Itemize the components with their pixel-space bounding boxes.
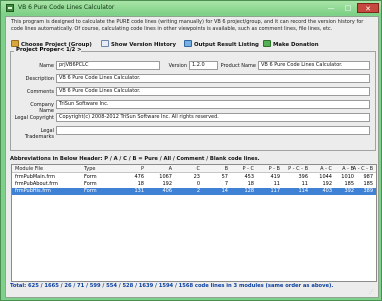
cell-c: 0 (196, 181, 200, 187)
header-module-file[interactable]: Module File (15, 166, 43, 172)
abbreviations-legend: Abbreviations in Below Header: P / A / C… (10, 156, 260, 162)
totals-summary: Total: 625 / 1665 / 26 / 71 / 599 / 554 … (10, 283, 334, 289)
table-row-selected[interactable]: frmPubHis.frm Form 131 406 2 14 128 117 … (12, 188, 376, 195)
cell-a-c-b: 987 (363, 174, 373, 180)
company-name-label: Company Name (30, 102, 54, 114)
header-a-c[interactable]: A - C (308, 166, 332, 172)
legal-copyright-field[interactable]: Copyright(c) 2008-2012 TriSun Software I… (56, 113, 370, 122)
table-row[interactable]: frmPubMain.frm Form 476 1067 23 57 453 4… (12, 174, 376, 181)
app-window: VB 6 Pure Code Lines Calculator — □ ✕ Th… (0, 0, 382, 301)
cell-b: 57 (221, 174, 228, 180)
cell-p-c: 453 (244, 174, 254, 180)
cell-type: Form (84, 188, 97, 194)
name-label: Name (39, 63, 54, 69)
cell-p-c: 18 (247, 181, 254, 187)
client-area: This program is designed to calculate th… (5, 16, 379, 298)
show-version-history-label: Show Version History (111, 42, 176, 48)
cell-module-file: frmPubAbout.frm (15, 181, 58, 187)
output-icon (184, 40, 192, 47)
cell-c: 23 (193, 174, 200, 180)
product-name-label: Product Name (220, 63, 256, 69)
header-type[interactable]: Type (84, 166, 95, 172)
cell-p-c-b: 114 (298, 188, 308, 194)
cell-module-file: frmPubHis.frm (15, 188, 51, 194)
cell-module-file: frmPubMain.frm (15, 174, 55, 180)
legal-trademarks-label: Legal Trademarks (24, 128, 54, 140)
checkmark-icon (263, 40, 271, 47)
properties-pager[interactable]: < 1/2 > (60, 47, 82, 53)
cell-p-c-b: 11 (301, 181, 308, 187)
header-a-c-b[interactable]: A - C - B (345, 166, 373, 172)
header-a[interactable]: A (146, 166, 172, 172)
header-c[interactable]: C (174, 166, 201, 172)
cell-p-c-b: 396 (298, 174, 308, 180)
cell-c: 2 (196, 188, 200, 194)
resize-grip-icon[interactable]: ⋰ (369, 289, 377, 296)
legal-trademarks-field[interactable] (56, 126, 370, 135)
cell-p: 18 (137, 181, 144, 187)
document-icon (101, 40, 109, 47)
make-donation-label: Make Donation (273, 42, 319, 48)
app-icon (6, 4, 14, 12)
cell-a: 1067 (159, 174, 172, 180)
header-b[interactable]: B (202, 166, 228, 172)
cell-a-c-b: 185 (363, 181, 373, 187)
minimize-button[interactable]: — (323, 3, 339, 13)
cell-p: 476 (134, 174, 144, 180)
header-p-c[interactable]: P - C (226, 166, 255, 172)
cell-b: 7 (224, 181, 228, 187)
header-p-c-b[interactable]: P - C - B (276, 166, 308, 172)
cell-a-c: 1044 (319, 174, 332, 180)
table-row[interactable]: frmPubAbout.frm Form 18 192 0 7 18 11 11… (12, 181, 376, 188)
name-field[interactable]: prjVB6PCLC (56, 61, 160, 70)
legal-copyright-label: Legal Copyright (14, 115, 54, 121)
maximize-button[interactable]: □ (340, 3, 356, 13)
comments-label: Comments (26, 89, 54, 95)
cell-a-c: 403 (322, 188, 332, 194)
cell-a: 406 (162, 188, 172, 194)
cell-p: 131 (134, 188, 144, 194)
make-donation-button[interactable]: Make Donation (263, 40, 363, 49)
cell-type: Form (84, 181, 97, 187)
company-name-field[interactable]: TriSun Software Inc. (56, 100, 370, 109)
code-lines-table[interactable]: Module File Type P A C B P - C P - B P -… (11, 164, 377, 282)
product-name-field[interactable]: VB 6 Pure Code Lines Calculator. (258, 61, 370, 70)
description-field[interactable]: VB 6 Pure Code Lines Calculator. (56, 74, 370, 83)
folder-icon (11, 40, 19, 47)
description-label: Description (25, 76, 54, 82)
title-bar[interactable]: VB 6 Pure Code Lines Calculator — □ ✕ (1, 1, 381, 15)
cell-b: 14 (221, 188, 228, 194)
cell-a-c-b: 389 (363, 188, 373, 194)
close-button[interactable]: ✕ (357, 3, 379, 13)
comments-field[interactable]: VB 6 Pure Code Lines Calculator. (56, 87, 370, 96)
output-result-listing-label: Output Result Listing (194, 42, 259, 48)
version-label: Version (168, 63, 187, 69)
cell-p-c: 128 (244, 188, 254, 194)
version-field[interactable]: 1.2.0 (189, 61, 218, 70)
cell-a: 192 (162, 181, 172, 187)
table-header: Module File Type P A C B P - C P - B P -… (12, 165, 376, 173)
cell-type: Form (84, 174, 97, 180)
window-title: VB 6 Pure Code Lines Calculator (18, 4, 115, 11)
header-p[interactable]: P (118, 166, 144, 172)
cell-a-c: 192 (322, 181, 332, 187)
intro-text: This program is designed to calculate th… (11, 19, 364, 32)
